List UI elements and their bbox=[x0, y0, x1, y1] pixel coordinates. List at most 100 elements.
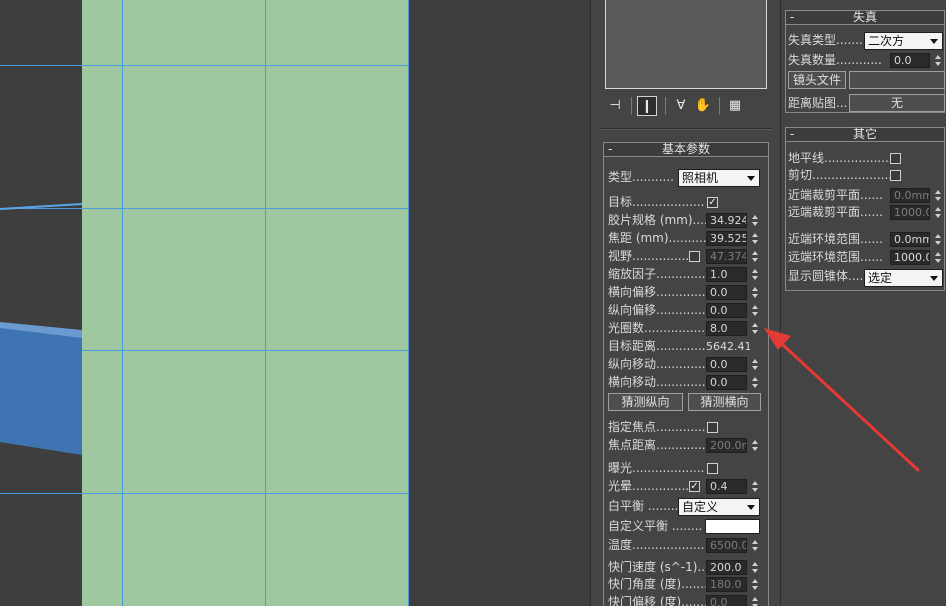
panel-divider bbox=[599, 128, 773, 130]
spinner-arrows-icon[interactable] bbox=[934, 250, 943, 265]
distortion-rollout: - 失真 失真类型........ 二次方 失真数量............ 0… bbox=[785, 10, 945, 113]
near-clip-field[interactable]: 0.0mm bbox=[890, 188, 930, 203]
spinner-arrows-icon[interactable] bbox=[934, 53, 943, 68]
lens-file-button[interactable]: 镜头文件 bbox=[788, 71, 846, 89]
collapse-icon: - bbox=[608, 142, 613, 156]
display-cone-dropdown[interactable]: 选定 bbox=[864, 269, 943, 287]
focal-length-field[interactable]: 39.525 bbox=[706, 231, 747, 246]
make-unique-icon[interactable]: ∀ bbox=[671, 96, 691, 116]
fov-label: 视野............... bbox=[608, 249, 690, 263]
temperature-label: 温度................... bbox=[608, 538, 705, 552]
distortion-type-dropdown[interactable]: 二次方 bbox=[864, 32, 943, 50]
camera-type-dropdown[interactable]: 照相机 bbox=[678, 169, 760, 187]
focus-distance-field[interactable]: 200.0m bbox=[706, 438, 747, 453]
far-env-field[interactable]: 1000.0m bbox=[890, 250, 930, 265]
vertical-shift-field[interactable]: 0.0 bbox=[706, 303, 747, 318]
spinner-arrows-icon[interactable] bbox=[751, 479, 760, 494]
fov-field[interactable]: 47.374 bbox=[706, 249, 747, 264]
vertical-tilt-label: 纵向移动............. bbox=[608, 357, 706, 371]
horizontal-tilt-label: 横向移动............. bbox=[608, 375, 706, 389]
fov-checkbox[interactable] bbox=[689, 251, 700, 262]
spinner-arrows-icon[interactable] bbox=[751, 595, 760, 606]
near-env-field[interactable]: 0.0mm bbox=[890, 232, 930, 247]
distortion-header[interactable]: - 失真 bbox=[786, 10, 944, 25]
exposure-label: 曝光................... bbox=[608, 461, 705, 475]
shutter-speed-field[interactable]: 200.0 bbox=[706, 560, 747, 575]
exposure-checkbox[interactable] bbox=[707, 463, 718, 474]
spinner-arrows-icon[interactable] bbox=[934, 232, 943, 247]
shutter-offset-field[interactable]: 0.0 bbox=[706, 595, 747, 606]
remove-modifier-icon[interactable]: ✋ bbox=[693, 96, 713, 116]
spinner-arrows-icon[interactable] bbox=[751, 213, 760, 228]
pin-stack-icon[interactable]: ⊣ bbox=[605, 96, 625, 116]
guess-vertical-button[interactable]: 猜测纵向 bbox=[608, 393, 683, 411]
far-clip-field[interactable]: 1000.0m bbox=[890, 205, 930, 220]
scene-geometry bbox=[0, 203, 83, 455]
zoom-factor-field[interactable]: 1.0 bbox=[706, 267, 747, 282]
spinner-arrows-icon[interactable] bbox=[751, 285, 760, 300]
show-end-result-icon[interactable]: ❙ bbox=[637, 96, 657, 116]
toolbar-separator bbox=[719, 97, 720, 115]
configure-modifier-sets-icon[interactable]: ▦ bbox=[725, 96, 745, 116]
spinner-arrows-icon[interactable] bbox=[751, 267, 760, 282]
dropdown-value: 照相机 bbox=[682, 171, 719, 185]
vignetting-field[interactable]: 0.4 bbox=[706, 479, 747, 494]
custom-balance-color-swatch[interactable] bbox=[705, 519, 760, 534]
guess-horizontal-button[interactable]: 猜测横向 bbox=[688, 393, 761, 411]
film-gate-field[interactable]: 34.924 bbox=[706, 213, 747, 228]
horizon-label: 地平线................... bbox=[788, 151, 897, 165]
spinner-arrows-icon[interactable] bbox=[751, 303, 760, 318]
chevron-down-icon bbox=[930, 39, 938, 44]
film-gate-label: 胶片规格 (mm)...... bbox=[608, 213, 716, 227]
spinner-arrows-icon[interactable] bbox=[751, 538, 760, 553]
horizontal-tilt-field[interactable]: 0.0 bbox=[706, 375, 747, 390]
spinner-arrows-icon[interactable] bbox=[751, 438, 760, 453]
display-cone-label: 显示圆锥体...... bbox=[788, 269, 871, 283]
spinner-arrows-icon[interactable] bbox=[751, 357, 760, 372]
dropdown-value: 选定 bbox=[868, 271, 893, 285]
dropdown-value: 自定义 bbox=[682, 500, 719, 514]
horizon-checkbox[interactable] bbox=[890, 153, 901, 164]
collapse-icon: - bbox=[790, 127, 795, 141]
spinner-arrows-icon[interactable] bbox=[751, 249, 760, 264]
temperature-field[interactable]: 6500.0 bbox=[706, 538, 747, 553]
near-clip-label: 近端裁剪平面...... bbox=[788, 188, 883, 202]
near-env-label: 近端环境范围...... bbox=[788, 232, 883, 246]
distortion-amount-field[interactable]: 0.0 bbox=[890, 53, 930, 68]
type-label: 类型........... bbox=[608, 170, 674, 184]
spinner-arrows-icon[interactable] bbox=[934, 188, 943, 203]
horizontal-shift-field[interactable]: 0.0 bbox=[706, 285, 747, 300]
spinner-arrows-icon[interactable] bbox=[751, 321, 760, 336]
clipping-checkbox[interactable] bbox=[890, 170, 901, 181]
rollout-title: 基本参数 bbox=[661, 142, 710, 156]
spinner-arrows-icon[interactable] bbox=[751, 231, 760, 246]
spinner-arrows-icon[interactable] bbox=[751, 577, 760, 592]
shutter-angle-field[interactable]: 180.0 bbox=[706, 577, 747, 592]
chevron-down-icon bbox=[747, 505, 755, 510]
focus-distance-label: 焦点距离............. bbox=[608, 438, 706, 452]
target-checkbox[interactable]: ✓ bbox=[707, 197, 718, 208]
distance-map-label: 距离贴图... bbox=[788, 96, 848, 110]
spinner-arrows-icon[interactable] bbox=[751, 375, 760, 390]
camera-panel: ⊣ ❙ ∀ ✋ ▦ - 基本参数 类型........... 照相机 目标...… bbox=[590, 0, 780, 606]
misc-rollout: - 其它 地平线................... 剪切..........… bbox=[785, 127, 945, 291]
misc-header[interactable]: - 其它 bbox=[786, 127, 944, 142]
custom-balance-label: 自定义平衡 ........ bbox=[608, 519, 703, 533]
specify-focus-checkbox[interactable] bbox=[707, 422, 718, 433]
vignetting-checkbox[interactable]: ✓ bbox=[689, 481, 700, 492]
viewport[interactable] bbox=[0, 0, 590, 606]
vertical-shift-label: 纵向偏移............. bbox=[608, 303, 706, 317]
f-number-field[interactable]: 8.0 bbox=[706, 321, 747, 336]
shutter-offset-label: 快门偏移 (度)....... bbox=[608, 595, 708, 606]
lens-file-path[interactable] bbox=[849, 71, 945, 89]
distance-map-button[interactable]: 无 bbox=[849, 94, 945, 112]
basic-params-rollout: - 基本参数 类型........... 照相机 目标.............… bbox=[603, 142, 769, 606]
target-distance-value: 5642.41 bbox=[706, 340, 750, 353]
vignetting-label: 光晕............... bbox=[608, 479, 690, 493]
rollout-title: 失真 bbox=[852, 10, 877, 24]
white-balance-dropdown[interactable]: 自定义 bbox=[678, 498, 760, 516]
basic-params-header[interactable]: - 基本参数 bbox=[604, 142, 768, 157]
vertical-tilt-field[interactable]: 0.0 bbox=[706, 357, 747, 372]
spinner-arrows-icon[interactable] bbox=[751, 560, 760, 575]
spinner-arrows-icon[interactable] bbox=[934, 205, 943, 220]
